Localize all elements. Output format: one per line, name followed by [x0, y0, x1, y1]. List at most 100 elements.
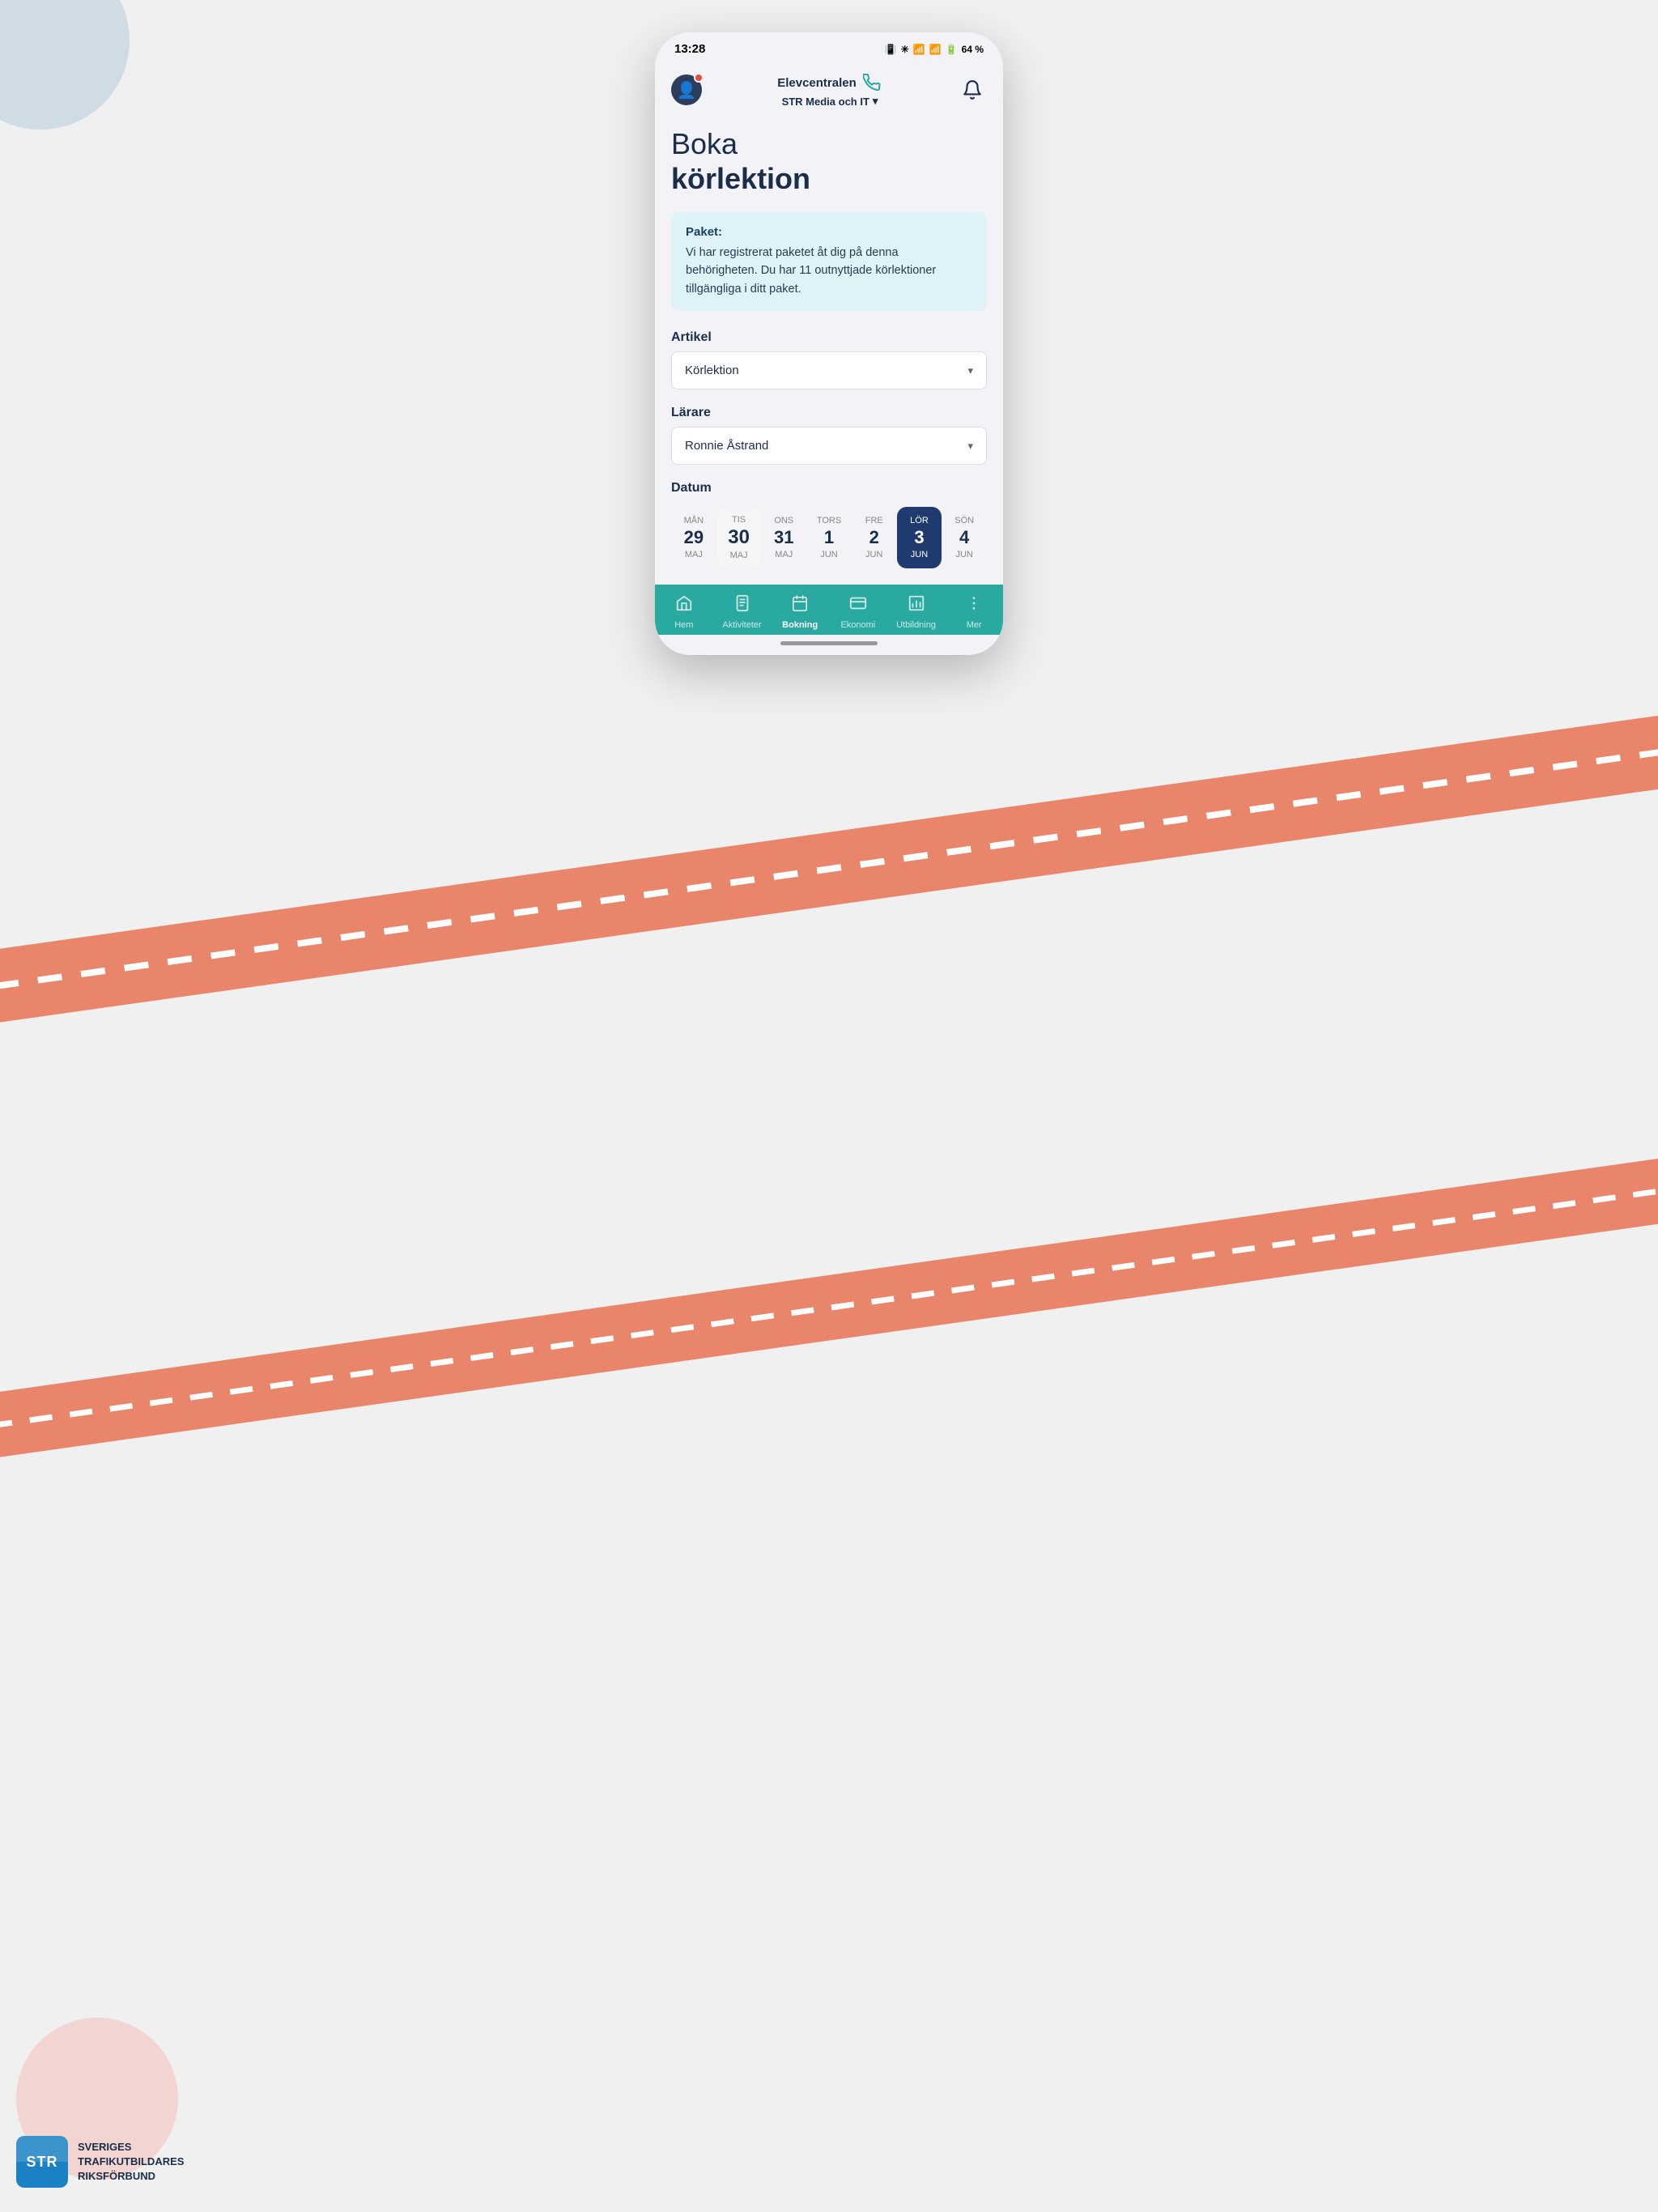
- date-num: 30: [728, 528, 750, 547]
- app-content: 👤 Elevcentralen STR Media och IT ▾: [655, 62, 1003, 655]
- nav-item-bokning[interactable]: Bokning: [771, 594, 829, 630]
- date-num: 3: [914, 529, 924, 547]
- date-day-name: SÖN: [954, 516, 974, 525]
- nav-item-hem[interactable]: Hem: [655, 594, 713, 630]
- date-day-name: FRE: [865, 516, 883, 525]
- article-value: Körlektion: [685, 364, 739, 377]
- teacher-select[interactable]: Ronnie Åstrand ▾: [671, 427, 987, 465]
- str-line1: SVERIGES: [78, 2140, 184, 2155]
- nav-item-ekonomi[interactable]: Ekonomi: [829, 594, 887, 630]
- home-indicator: [655, 635, 1003, 655]
- mer-nav-label: Mer: [967, 620, 982, 630]
- nav-center: Elevcentralen STR Media och IT ▾: [777, 72, 882, 108]
- aktiviteter-nav-label: Aktiviteter: [722, 620, 761, 630]
- hem-nav-icon: [675, 594, 693, 617]
- str-text: STR: [27, 2154, 58, 2171]
- teacher-chevron-icon: ▾: [967, 440, 973, 453]
- ekonomi-nav-label: Ekonomi: [840, 620, 875, 630]
- str-logo-container: STR SVERIGES TRAFIKUTBILDARES RIKSFÖRBUN…: [16, 2136, 184, 2188]
- battery-icon: 🔋: [946, 44, 958, 55]
- date-day-name: LÖR: [910, 516, 929, 525]
- article-form-group: Artikel Körlektion ▾: [671, 330, 987, 389]
- app-name: Elevcentralen: [777, 76, 857, 90]
- nav-item-mer[interactable]: Mer: [945, 594, 1003, 630]
- info-box-text: Vi har registrerat paketet åt dig på den…: [686, 244, 972, 298]
- road-decoration-2: [0, 1032, 1658, 1465]
- status-bar: 13:28 📳 ✳ 📶 📶 🔋 64 %: [655, 32, 1003, 62]
- date-num: 2: [869, 529, 879, 547]
- nav-item-aktiviteter[interactable]: Aktiviteter: [713, 594, 772, 630]
- battery-percent: 64 %: [962, 44, 984, 55]
- bokning-nav-icon: [791, 594, 809, 617]
- school-name-row[interactable]: STR Media och IT ▾: [782, 95, 878, 108]
- school-name-text: STR Media och IT: [782, 96, 869, 108]
- status-icons: 📳 ✳ 📶 📶 🔋 64 %: [885, 44, 984, 55]
- date-day-name: MÅN: [684, 516, 704, 525]
- article-chevron-icon: ▾: [967, 364, 973, 377]
- bottom-nav: Hem Aktiviteter Bokning Ekonomi Utbildni…: [655, 585, 1003, 635]
- page-title-bold: körlektion: [671, 162, 987, 195]
- article-select[interactable]: Körlektion ▾: [671, 351, 987, 389]
- avatar[interactable]: 👤: [671, 74, 702, 105]
- date-num: 29: [684, 529, 704, 547]
- vibrate-icon: 📳: [885, 44, 897, 55]
- date-month: JUN: [911, 550, 928, 559]
- main-scroll-area: Boka körlektion Paket: Vi har registrera…: [655, 114, 1003, 585]
- date-day-name: TORS: [817, 516, 841, 525]
- date-item-1-jun[interactable]: TORS 1 JUN: [806, 507, 852, 568]
- date-day-name: ONS: [774, 516, 793, 525]
- status-time: 13:28: [674, 42, 705, 56]
- phone-frame: 13:28 📳 ✳ 📶 📶 🔋 64 % 👤 Elevcentralen: [655, 32, 1003, 655]
- str-line3: RIKSFÖRBUND: [78, 2169, 184, 2184]
- bluetooth-icon: ✳: [901, 44, 909, 55]
- bokning-nav-label: Bokning: [782, 620, 818, 630]
- date-label: Datum: [671, 481, 987, 496]
- hem-nav-label: Hem: [674, 620, 693, 630]
- date-num: 1: [824, 529, 834, 547]
- date-month: MAJ: [775, 550, 793, 559]
- teacher-value: Ronnie Åstrand: [685, 439, 768, 453]
- home-bar: [780, 641, 878, 645]
- date-item-3-jun[interactable]: LÖR 3 JUN: [897, 507, 942, 568]
- top-nav: 👤 Elevcentralen STR Media och IT ▾: [655, 62, 1003, 114]
- date-item-31-maj[interactable]: ONS 31 MAJ: [761, 507, 806, 568]
- teacher-form-group: Lärare Ronnie Åstrand ▾: [671, 406, 987, 465]
- nav-item-utbildning[interactable]: Utbildning: [887, 594, 946, 630]
- utbildning-nav-label: Utbildning: [896, 620, 936, 630]
- date-item-29-maj[interactable]: MÅN 29 MAJ: [671, 507, 716, 568]
- avatar-icon-glyph: 👤: [677, 80, 697, 100]
- date-row: MÅN 29 MAJ TIS 30 MAJ ONS 31 MAJ TORS 1 …: [671, 507, 987, 568]
- signal-icon: 📶: [929, 44, 942, 55]
- date-month: JUN: [865, 550, 882, 559]
- road-decoration-1: [0, 590, 1658, 1032]
- wifi-icon: 📶: [913, 44, 925, 55]
- notification-badge: [694, 73, 704, 83]
- date-month: MAJ: [685, 550, 703, 559]
- date-form-group: Datum MÅN 29 MAJ TIS 30 MAJ ONS 31 MAJ T…: [671, 481, 987, 568]
- notification-bell[interactable]: [958, 75, 987, 104]
- info-box: Paket: Vi har registrerat paketet åt dig…: [671, 212, 987, 311]
- info-box-title: Paket:: [686, 225, 972, 239]
- date-item-2-jun[interactable]: FRE 2 JUN: [852, 507, 897, 568]
- app-logo: Elevcentralen: [777, 72, 882, 93]
- str-logo-box: STR: [16, 2136, 68, 2188]
- date-month: MAJ: [730, 551, 748, 560]
- ekonomi-nav-icon: [849, 594, 867, 617]
- date-num: 31: [774, 529, 793, 547]
- mer-nav-icon: [965, 594, 983, 617]
- date-day-name: TIS: [732, 515, 746, 525]
- date-item-4-jun[interactable]: SÖN 4 JUN: [942, 507, 987, 568]
- bg-blob-topleft: [0, 0, 130, 130]
- school-chevron: ▾: [873, 95, 878, 108]
- date-month: JUN: [955, 550, 972, 559]
- aktiviteter-nav-icon: [733, 594, 751, 617]
- date-item-30-maj[interactable]: TIS 30 MAJ: [716, 507, 762, 568]
- article-label: Artikel: [671, 330, 987, 345]
- utbildning-nav-icon: [908, 594, 925, 617]
- str-line2: TRAFIKUTBILDARES: [78, 2155, 184, 2169]
- phone-icon: [861, 72, 882, 93]
- page-title: Boka körlektion: [671, 127, 987, 196]
- date-month: JUN: [820, 550, 837, 559]
- date-num: 4: [959, 529, 969, 547]
- str-org-name: SVERIGES TRAFIKUTBILDARES RIKSFÖRBUND: [78, 2140, 184, 2184]
